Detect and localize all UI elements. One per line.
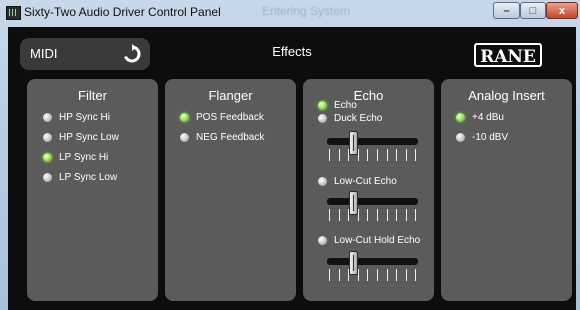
echo-panel: Echo Echo Duck Echo Low-Cut Echo Low-Cut… bbox=[303, 79, 434, 301]
radio-label: Duck Echo bbox=[334, 113, 383, 124]
slider-tick bbox=[377, 209, 378, 221]
slider-tick bbox=[386, 209, 388, 221]
slider-tick bbox=[338, 269, 340, 281]
radio-label: Echo bbox=[334, 100, 357, 111]
slider-tick bbox=[367, 209, 369, 221]
maximize-button[interactable]: □ bbox=[520, 2, 546, 19]
radio-indicator bbox=[43, 173, 52, 182]
rane-logo: RANE bbox=[474, 43, 542, 67]
slider-track bbox=[327, 138, 418, 145]
slider-tick bbox=[329, 269, 330, 281]
radio-label: Low-Cut Hold Echo bbox=[334, 235, 421, 246]
midi-label: MIDI bbox=[30, 46, 58, 61]
slider-tick bbox=[405, 209, 407, 221]
filter-title: Filter bbox=[78, 88, 107, 103]
app-window: Sixty-Two Audio Driver Control Panel Ent… bbox=[0, 0, 580, 310]
radio-indicator bbox=[318, 236, 327, 245]
slider-tick bbox=[415, 149, 417, 161]
slider-track bbox=[327, 258, 418, 265]
slider-tick bbox=[396, 269, 398, 281]
slider-tick bbox=[386, 269, 388, 281]
slider-tick bbox=[377, 149, 378, 161]
background-window-title: Entering System bbox=[262, 4, 351, 18]
slider-tick bbox=[405, 149, 407, 161]
slider-tick bbox=[329, 209, 330, 221]
radio-indicator bbox=[180, 113, 189, 122]
slider-tick bbox=[329, 149, 330, 161]
echo-slider-2[interactable] bbox=[325, 191, 420, 227]
page-title: Effects bbox=[272, 44, 312, 59]
slider-track bbox=[327, 198, 418, 205]
radio-indicator bbox=[318, 101, 327, 110]
radio-label: NEG Feedback bbox=[196, 132, 265, 143]
radio-label: -10 dBV bbox=[472, 132, 509, 143]
echo-slider-3[interactable] bbox=[325, 251, 420, 287]
radio-indicator bbox=[43, 113, 52, 122]
analog-insert-title: Analog Insert bbox=[468, 88, 545, 103]
radio-label: POS Feedback bbox=[196, 112, 264, 123]
slider-knob[interactable] bbox=[349, 191, 358, 215]
radio-indicator bbox=[456, 133, 465, 142]
window-title: Sixty-Two Audio Driver Control Panel bbox=[24, 5, 221, 19]
slider-tick bbox=[396, 149, 398, 161]
radio-indicator bbox=[318, 114, 327, 123]
flanger-title: Flanger bbox=[208, 88, 253, 103]
slider-tick bbox=[415, 209, 417, 221]
radio-indicator bbox=[456, 113, 465, 122]
radio-indicator bbox=[318, 177, 327, 186]
flanger-panel: Flanger POS Feedback NEG Feedback bbox=[165, 79, 296, 301]
radio-label: LP Sync Hi bbox=[59, 152, 109, 163]
radio-label: Low-Cut Echo bbox=[334, 176, 397, 187]
title-bar[interactable]: Sixty-Two Audio Driver Control Panel Ent… bbox=[0, 0, 580, 26]
slider-tick bbox=[405, 269, 407, 281]
slider-knob[interactable] bbox=[349, 251, 358, 275]
slider-tick bbox=[367, 149, 369, 161]
analog-insert-panel: Analog Insert +4 dBu -10 dBV bbox=[441, 79, 572, 301]
slider-tick bbox=[338, 209, 340, 221]
slider-tick bbox=[338, 149, 340, 161]
radio-indicator bbox=[43, 133, 52, 142]
echo-slider-1[interactable] bbox=[325, 131, 420, 167]
slider-tick bbox=[415, 269, 417, 281]
radio-label: HP Sync Hi bbox=[59, 112, 110, 123]
slider-tick bbox=[367, 269, 369, 281]
radio-label: +4 dBu bbox=[472, 112, 504, 123]
control-panel: MIDI Effects RANE Filter HP Sync Hi HP S… bbox=[8, 27, 576, 310]
radio-label: HP Sync Low bbox=[59, 132, 119, 143]
slider-knob[interactable] bbox=[349, 131, 358, 155]
brand-text: RANE bbox=[480, 47, 536, 67]
slider-tick bbox=[396, 209, 398, 221]
slider-tick bbox=[377, 269, 378, 281]
midi-button[interactable]: MIDI bbox=[20, 38, 150, 70]
refresh-icon bbox=[124, 44, 141, 63]
radio-indicator bbox=[43, 153, 52, 162]
app-icon bbox=[6, 6, 21, 20]
slider-tick bbox=[386, 149, 388, 161]
close-button[interactable]: x bbox=[546, 2, 578, 19]
minimize-button[interactable]: – bbox=[493, 2, 520, 19]
radio-label: LP Sync Low bbox=[59, 172, 118, 183]
filter-panel: Filter HP Sync Hi HP Sync Low LP Sync Hi… bbox=[27, 79, 158, 301]
radio-indicator bbox=[180, 133, 189, 142]
